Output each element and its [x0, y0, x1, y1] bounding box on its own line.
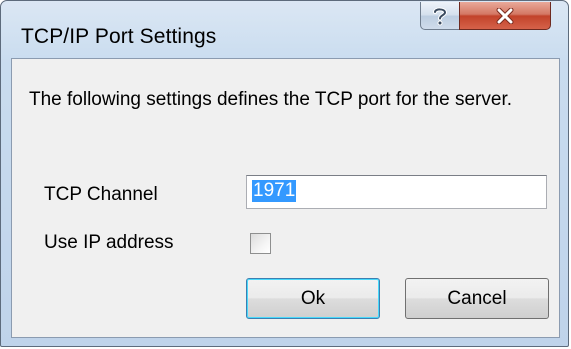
use-ip-address-label: Use IP address: [44, 232, 174, 253]
question-mark-icon: [433, 6, 448, 25]
use-ip-address-checkbox[interactable]: [250, 233, 271, 254]
close-x-icon: [496, 7, 514, 24]
tcp-channel-label: TCP Channel: [44, 184, 158, 205]
cancel-button[interactable]: Cancel: [405, 278, 549, 319]
help-button[interactable]: [420, 2, 460, 30]
ok-button[interactable]: Ok: [246, 278, 380, 319]
close-button[interactable]: [459, 2, 551, 30]
tcp-channel-input[interactable]: 1971: [246, 175, 547, 209]
tcp-channel-value: 1971: [252, 180, 297, 202]
title-bar[interactable]: TCP/IP Port Settings: [1, 1, 568, 57]
description-text: The following settings defines the TCP p…: [29, 89, 512, 110]
dialog-title: TCP/IP Port Settings: [21, 25, 217, 48]
